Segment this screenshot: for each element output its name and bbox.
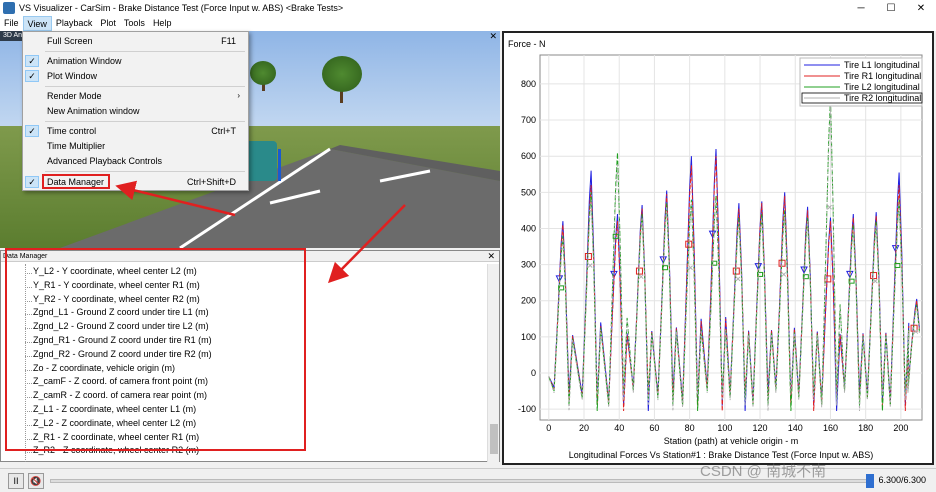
y-tick-label: 500 xyxy=(521,187,536,197)
legend-label: Tire L2 longitudinal xyxy=(844,82,920,92)
menu-item-time-control[interactable]: ✓ Time control Ctrl+T xyxy=(23,124,248,138)
x-tick-label: 120 xyxy=(753,423,768,433)
menu-item-animation-window[interactable]: ✓ Animation Window xyxy=(23,54,248,68)
close-button[interactable]: ✕ xyxy=(906,0,936,16)
y-tick-label: 300 xyxy=(521,260,536,270)
x-tick-label: 160 xyxy=(823,423,838,433)
app-icon xyxy=(3,2,15,14)
menu-item-plot-window[interactable]: ✓ Plot Window xyxy=(23,69,248,83)
tree xyxy=(250,61,276,85)
check-icon: ✓ xyxy=(25,125,39,137)
x-tick-label: 0 xyxy=(546,423,551,433)
y-tick-label: 100 xyxy=(521,332,536,342)
y-tick-label: -100 xyxy=(518,404,536,414)
scrollbar-thumb[interactable] xyxy=(490,424,498,454)
tree-line xyxy=(25,452,32,454)
legend-label: Tire L1 longitudinal xyxy=(844,60,920,70)
mute-icon[interactable]: 🔇 xyxy=(28,473,44,489)
maximize-button[interactable]: ☐ xyxy=(876,0,906,16)
x-tick-label: 100 xyxy=(717,423,732,433)
menu-item-render-mode[interactable]: Render Mode › xyxy=(23,89,248,103)
view-menu-dropdown: Full Screen F11 ✓ Animation Window ✓ Plot… xyxy=(22,31,249,191)
y-tick-label: 700 xyxy=(521,115,536,125)
check-icon: ✓ xyxy=(25,70,39,82)
tree xyxy=(322,56,362,92)
force-vector-arrow xyxy=(278,149,281,181)
app-window: VS Visualizer - CarSim - Brake Distance … xyxy=(0,0,936,492)
y-axis-label: Force - N xyxy=(508,39,546,49)
chart-title: Longitudinal Forces Vs Station#1 : Brake… xyxy=(569,450,874,460)
time-slider-handle[interactable] xyxy=(866,474,874,488)
y-tick-label: 800 xyxy=(521,79,536,89)
time-readout: 6.300/6.300 xyxy=(878,475,926,485)
scrollbar[interactable] xyxy=(487,264,499,462)
x-tick-label: 180 xyxy=(858,423,873,433)
vehicle xyxy=(245,141,277,181)
x-tick-label: 80 xyxy=(685,423,695,433)
pause-button[interactable]: II xyxy=(8,473,24,489)
x-tick-label: 200 xyxy=(893,423,908,433)
title-bar: VS Visualizer - CarSim - Brake Distance … xyxy=(0,0,936,16)
menu-help[interactable]: Help xyxy=(149,16,176,31)
menu-item-advanced-playback[interactable]: Advanced Playback Controls xyxy=(23,154,248,168)
y-tick-label: 600 xyxy=(521,151,536,161)
window-title: VS Visualizer - CarSim - Brake Distance … xyxy=(19,3,344,13)
highlight-box-list xyxy=(5,248,306,451)
menu-file[interactable]: File xyxy=(0,16,23,31)
x-tick-label: 140 xyxy=(788,423,803,433)
minimize-button[interactable]: ─ xyxy=(846,0,876,16)
menu-plot[interactable]: Plot xyxy=(96,16,120,31)
x-axis-label: Station (path) at vehicle origin - m xyxy=(664,436,799,446)
menu-playback[interactable]: Playback xyxy=(52,16,97,31)
legend-label: Tire R2 longitudinal xyxy=(844,93,921,103)
force-chart: 0 20 40 60 80 100 120 140 160 180 200 -100 0 100 200 30… xyxy=(508,39,923,460)
menu-bar: File View Playback Plot Tools Help xyxy=(0,16,936,31)
check-icon: ✓ xyxy=(25,176,39,188)
watermark: CSDN @ 南城不南 xyxy=(700,463,827,480)
chevron-right-icon: › xyxy=(237,91,240,100)
x-tick-label: 40 xyxy=(614,423,624,433)
x-tick-label: 20 xyxy=(579,423,589,433)
y-tick-label: 400 xyxy=(521,223,536,233)
check-icon: ✓ xyxy=(25,55,39,67)
menu-item-new-animation-window[interactable]: New Animation window xyxy=(23,104,248,118)
plot-window[interactable]: 0 20 40 60 80 100 120 140 160 180 200 -100 0 100 200 30… xyxy=(502,31,934,465)
highlight-box-data-manager xyxy=(42,174,110,189)
menu-item-full-screen[interactable]: Full Screen F11 xyxy=(23,34,248,48)
data-manager-close-icon[interactable]: ✕ xyxy=(487,251,495,262)
y-tick-label: 200 xyxy=(521,296,536,306)
y-tick-label: 0 xyxy=(531,368,536,378)
animation-close-icon[interactable]: ✕ xyxy=(489,31,497,42)
menu-view[interactable]: View xyxy=(22,16,52,31)
menu-tools[interactable]: Tools xyxy=(120,16,149,31)
menu-item-time-multiplier[interactable]: Time Multiplier xyxy=(23,139,248,153)
legend-label: Tire R1 longitudinal xyxy=(844,71,921,81)
x-tick-label: 60 xyxy=(649,423,659,433)
